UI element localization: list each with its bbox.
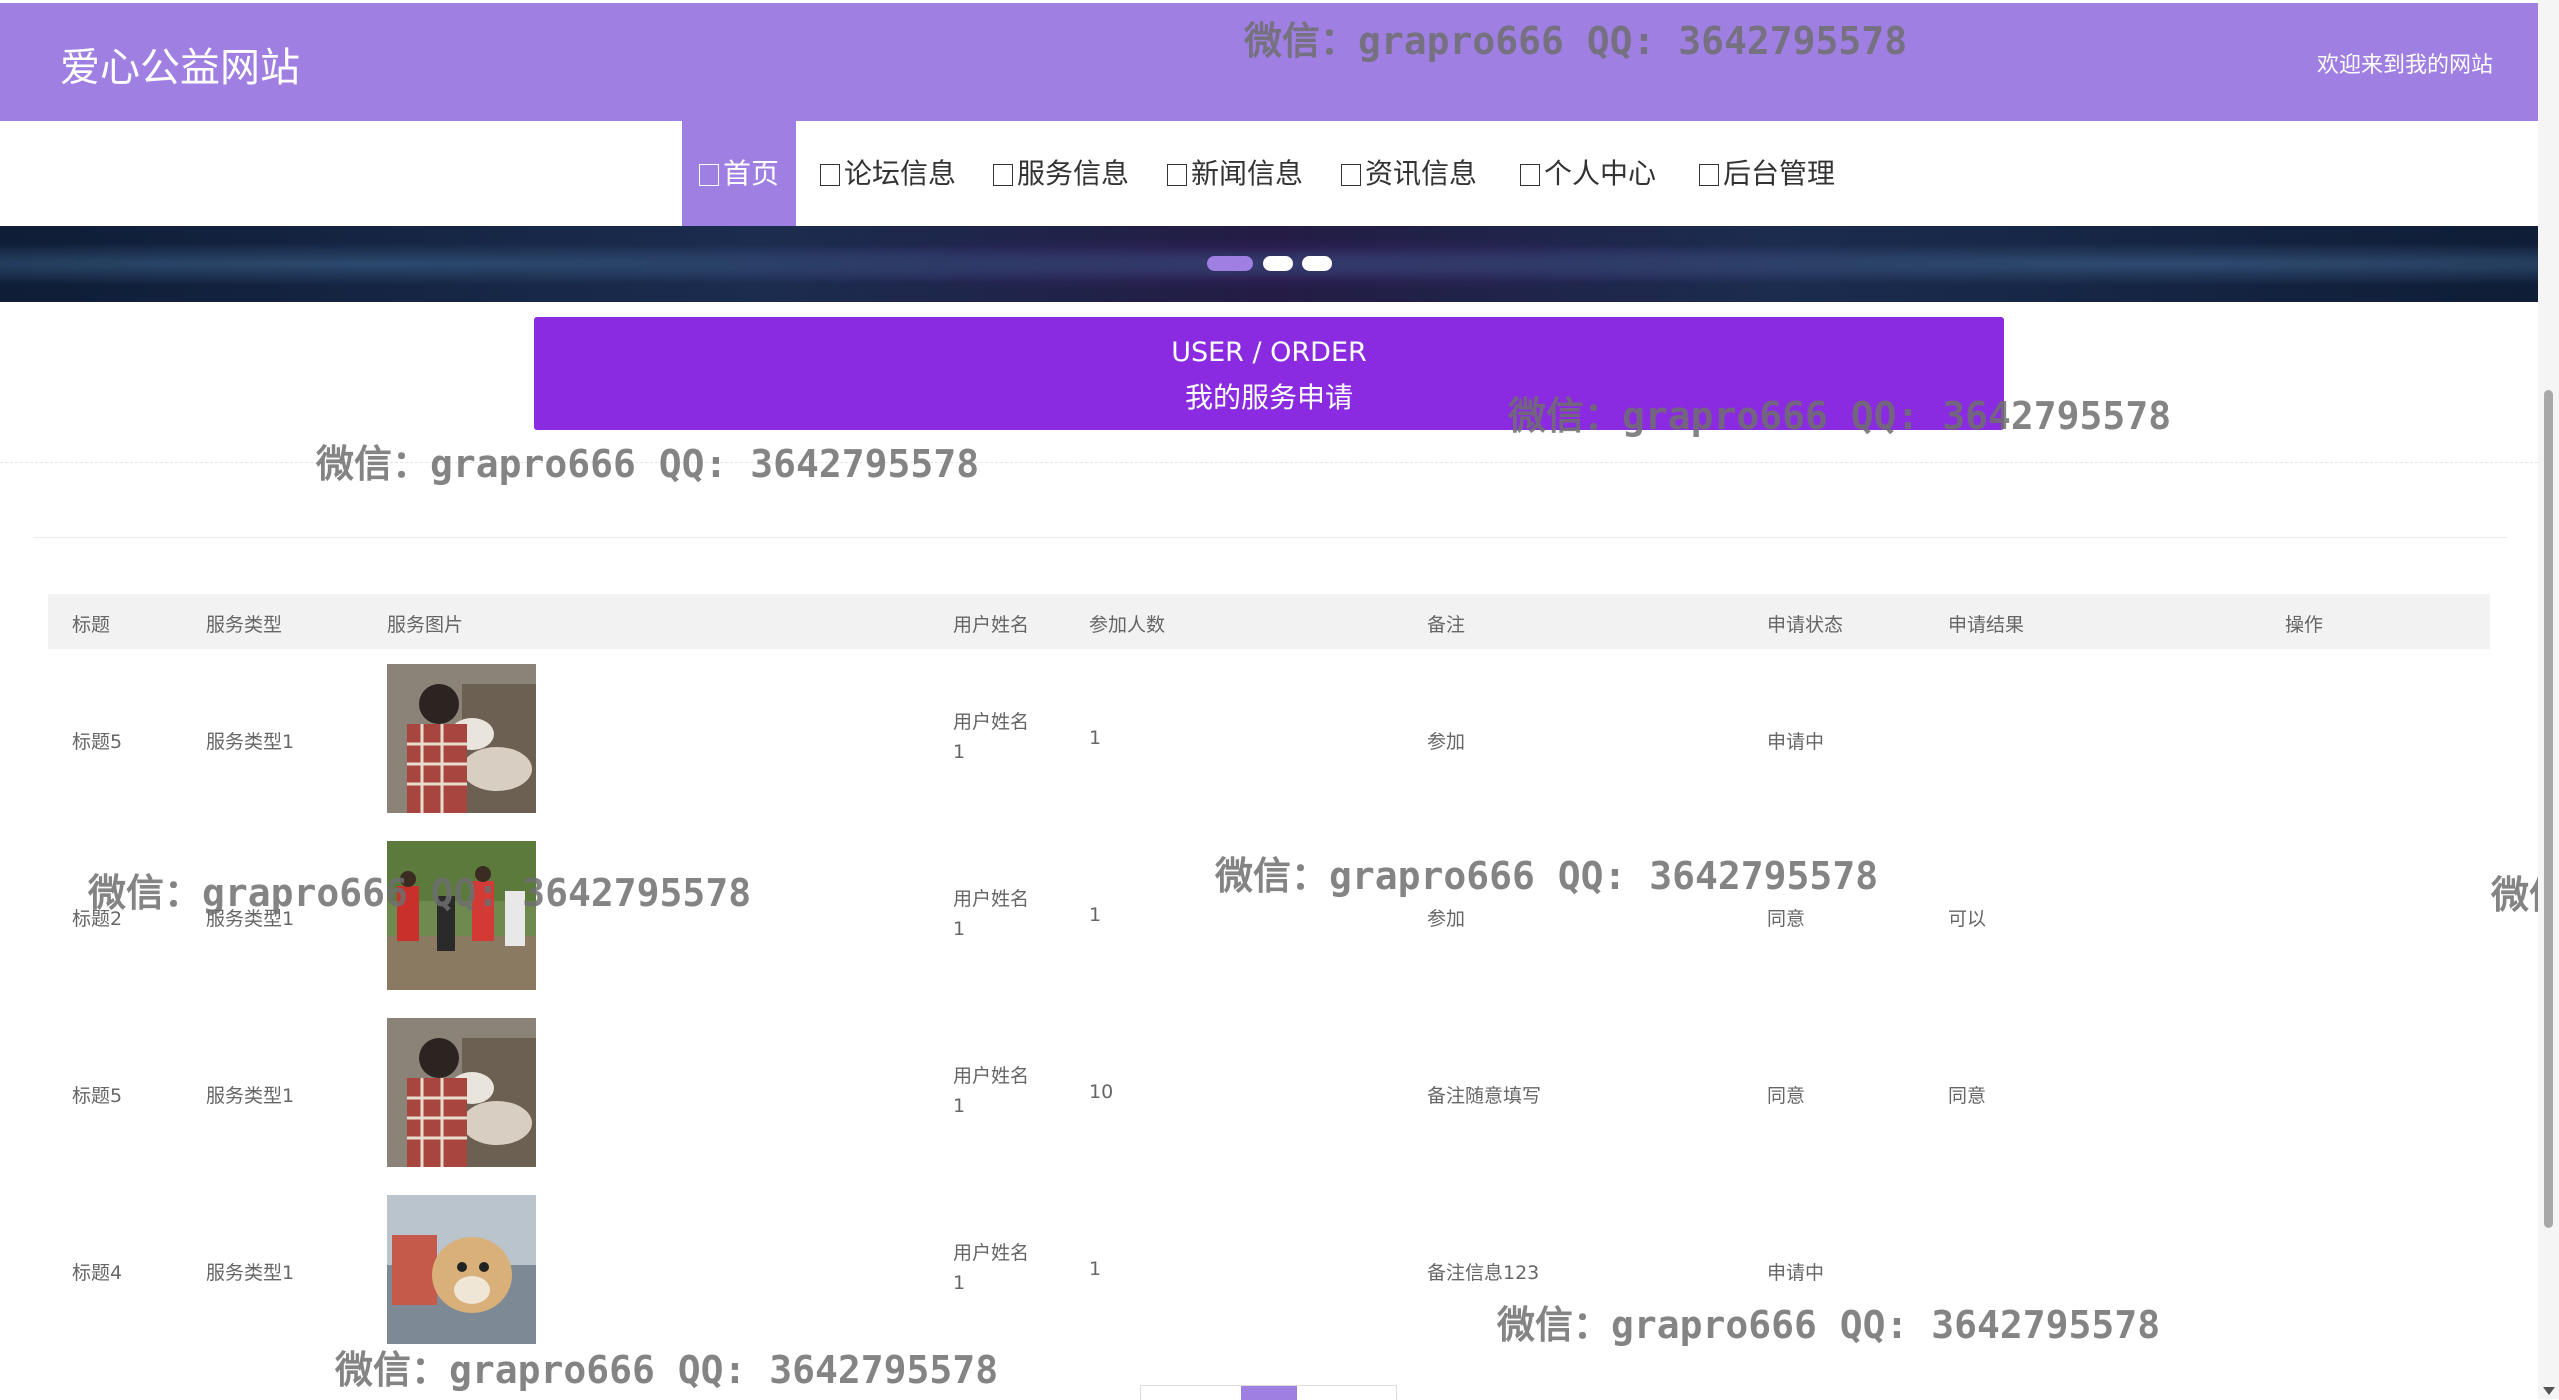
cell-user-name-line2: 1 (953, 918, 966, 940)
cell-apply-status: 申请中 (1767, 731, 1825, 753)
nav-item-icon (1341, 164, 1361, 186)
col-user-name: 用户姓名 (953, 614, 1030, 636)
cell-apply-status: 申请中 (1767, 1262, 1825, 1284)
watermark: 微信：grapro666 QQ: 3642795578 (316, 442, 980, 486)
nav-label: 服务信息 (1017, 157, 1130, 190)
cell-apply-status: 同意 (1767, 1085, 1806, 1107)
cell-remark: 参加 (1427, 908, 1466, 930)
nav-item-icon (1520, 164, 1540, 186)
cell-apply-result: 同意 (1948, 1085, 1987, 1107)
nav-item-service[interactable]: 服务信息 (993, 121, 1129, 226)
cell-user-name: 用户姓名 1 (953, 884, 1029, 944)
cell-service-type: 服务类型1 (206, 731, 295, 753)
col-participants: 参加人数 (1089, 614, 1166, 636)
service-image (387, 1195, 536, 1344)
cell-participants: 1 (1089, 727, 1102, 749)
cell-remark: 备注随意填写 (1427, 1085, 1542, 1107)
watermark: 微信：grapro666 QQ: 3642795578 (1508, 394, 2172, 438)
cell-service-type: 服务类型1 (206, 1085, 295, 1107)
watermark: 微信：grapro666 QQ: 3642795578 (1244, 19, 1908, 63)
col-title: 标题 (72, 614, 111, 636)
nav-item-personal-center[interactable]: 个人中心 (1520, 121, 1656, 226)
nav-item-info[interactable]: 资讯信息 (1341, 121, 1477, 226)
nav-item-icon (1167, 164, 1187, 186)
table-header: 标题 服务类型 服务图片 用户姓名 参加人数 备注 申请状态 申请结果 操作 (48, 594, 2490, 649)
service-image (387, 664, 536, 813)
main-nav: 首页 论坛信息 服务信息 新闻信息 资讯信息 个人中心 后台管理 (0, 121, 2538, 226)
watermark: 微信：grapro666 QQ: 3642795578 (1215, 854, 1879, 898)
nav-label: 论坛信息 (844, 157, 957, 190)
nav-item-news[interactable]: 新闻信息 (1167, 121, 1303, 226)
cell-title: 标题5 (72, 1085, 123, 1107)
cell-user-name-line1: 用户姓名 (953, 1065, 1030, 1087)
table-row[interactable]: 标题5 服务类型1 用户姓名 1 10 备注随意填写 同意 同意 (48, 1004, 2490, 1181)
nav-label: 后台管理 (1723, 157, 1836, 190)
nav-item-icon (699, 164, 719, 186)
col-service-type: 服务类型 (206, 614, 283, 636)
pagination (1140, 1385, 1397, 1400)
nav-item-icon (993, 164, 1013, 186)
carousel-dot-2[interactable] (1263, 256, 1293, 271)
nav-item-icon (820, 164, 840, 186)
col-apply-result: 申请结果 (1948, 614, 2025, 636)
welcome-text: 欢迎来到我的网站 (2316, 53, 2493, 78)
cell-title: 标题4 (72, 1262, 123, 1284)
cell-participants: 1 (1089, 904, 1102, 926)
cell-remark: 备注信息123 (1427, 1262, 1540, 1284)
cell-user-name-line2: 1 (953, 741, 966, 763)
table-row[interactable]: 标题5 服务类型1 用户姓名 1 1 参加 申请中 (48, 650, 2490, 827)
cell-user-name-line1: 用户姓名 (953, 1242, 1030, 1264)
cell-user-name-line1: 用户姓名 (953, 711, 1030, 733)
scrollbar-thumb[interactable] (2544, 390, 2553, 1228)
nav-label: 个人中心 (1544, 157, 1657, 190)
service-image (387, 1018, 536, 1167)
nav-label: 首页 (723, 157, 780, 190)
section-heading-en: USER / ORDER (1171, 337, 1367, 368)
cell-participants: 1 (1089, 1258, 1102, 1280)
banner-carousel (0, 226, 2538, 302)
cell-user-name-line1: 用户姓名 (953, 888, 1030, 910)
watermark: 微信：grapro666 QQ: 3642795578 (1497, 1303, 2161, 1347)
cell-remark: 参加 (1427, 731, 1466, 753)
col-apply-status: 申请状态 (1767, 614, 1844, 636)
cell-participants: 10 (1089, 1081, 1114, 1103)
watermark: 微信：grapro666 QQ: 3642795578 (88, 871, 752, 915)
cell-user-name-line2: 1 (953, 1095, 966, 1117)
nav-label: 新闻信息 (1191, 157, 1304, 190)
carousel-dot-1[interactable] (1207, 256, 1253, 271)
nav-item-admin[interactable]: 后台管理 (1699, 121, 1835, 226)
carousel-dot-3[interactable] (1302, 256, 1332, 271)
nav-item-icon (1699, 164, 1719, 186)
col-service-image: 服务图片 (387, 614, 464, 636)
cell-apply-status: 同意 (1767, 908, 1806, 930)
col-actions: 操作 (2285, 614, 2324, 636)
scrollbar[interactable] (2538, 0, 2559, 1399)
cell-user-name: 用户姓名 1 (953, 707, 1029, 767)
nav-item-forum[interactable]: 论坛信息 (820, 121, 956, 226)
cell-user-name-line2: 1 (953, 1272, 966, 1294)
cell-user-name: 用户姓名 1 (953, 1061, 1029, 1121)
cell-service-type: 服务类型1 (206, 1262, 295, 1284)
scroll-down-arrow-icon[interactable] (2543, 1387, 2555, 1395)
nav-item-home[interactable]: 首页 (682, 121, 797, 226)
nav-label: 资讯信息 (1365, 157, 1478, 190)
pagination-current-page[interactable] (1241, 1386, 1297, 1400)
divider (33, 537, 2507, 538)
cell-title: 标题5 (72, 731, 123, 753)
cell-apply-result: 可以 (1948, 908, 1987, 930)
cell-user-name: 用户姓名 1 (953, 1238, 1029, 1298)
site-title[interactable]: 爱心公益网站 (60, 35, 300, 93)
col-remark: 备注 (1427, 614, 1466, 636)
watermark: 微信：grapro666 QQ: 3642795578 (335, 1348, 999, 1392)
